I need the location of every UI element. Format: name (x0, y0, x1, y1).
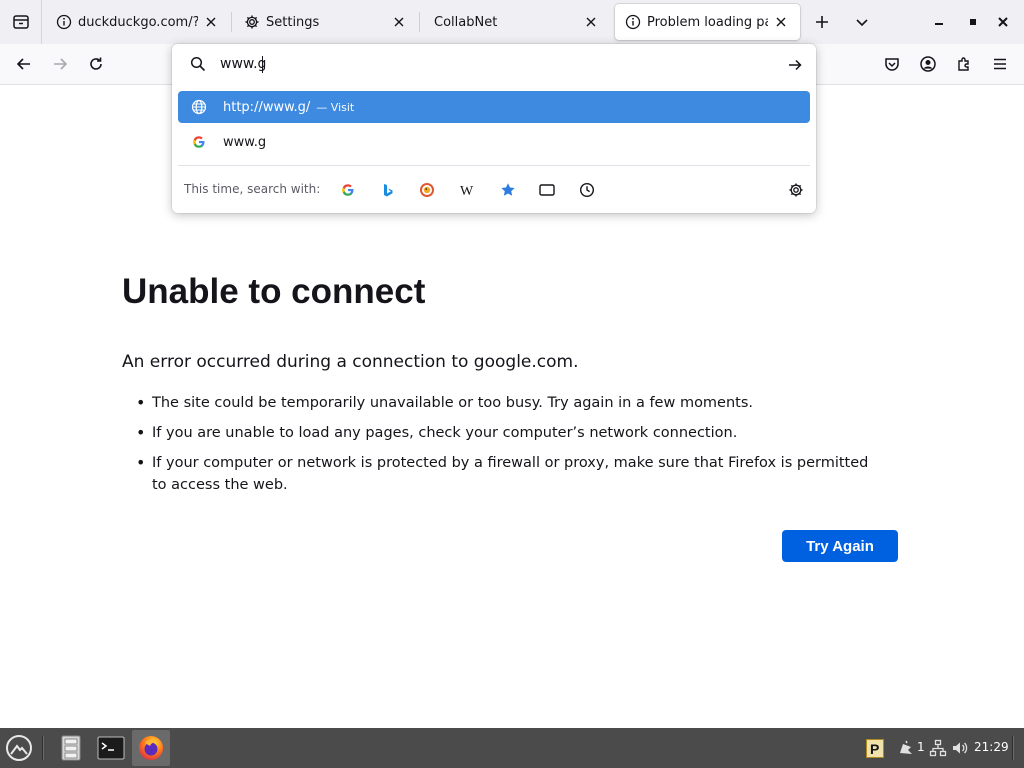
urlbar-result-visit[interactable]: http://www.g/ — Visit (178, 91, 810, 123)
go-arrow-icon[interactable] (784, 54, 806, 76)
tab-strip: duckduckgo.com/?t=ft Settings CollabNet … (0, 0, 1024, 44)
tab-duckduckgo[interactable]: duckduckgo.com/?t=ft (46, 4, 230, 40)
back-button[interactable] (8, 48, 40, 80)
info-circle-icon (56, 14, 72, 30)
reload-button[interactable] (80, 48, 112, 80)
error-intro: An error occurred during a connection to… (122, 352, 579, 372)
new-tab-button[interactable] (806, 6, 838, 38)
taskbar-separator (42, 736, 44, 760)
error-title: Unable to connect (122, 272, 426, 311)
minimize-icon (935, 23, 943, 25)
hamburger-menu-icon (994, 58, 1006, 70)
tab-title: duckduckgo.com/?t=ft (78, 14, 198, 30)
google-icon[interactable] (334, 178, 362, 202)
result-title: www.g (223, 134, 267, 150)
svg-text:P: P (870, 741, 879, 757)
urlbar-result-search[interactable]: www.g (178, 126, 810, 158)
divider (178, 165, 810, 166)
firefox-view-button[interactable] (0, 0, 42, 44)
parcellite-clipboard-icon[interactable]: P (864, 730, 886, 766)
bookmarks-star-icon[interactable] (494, 178, 522, 202)
notification-bell-icon[interactable] (896, 730, 916, 766)
duckduckgo-icon[interactable] (413, 178, 441, 202)
pocket-button[interactable] (876, 48, 908, 80)
list-item: The site could be temporarily unavailabl… (136, 392, 876, 414)
taskbar-separator (1012, 736, 1014, 760)
history-clock-icon[interactable] (573, 178, 601, 202)
tab-title: CollabNet (434, 14, 498, 30)
search-with-label: This time, search with: (184, 182, 321, 196)
close-icon[interactable] (390, 13, 408, 31)
urlbar-input-row (172, 44, 816, 84)
svg-text:W: W (460, 184, 474, 197)
file-manager-button[interactable] (54, 730, 88, 766)
search-settings-gear-icon[interactable] (782, 178, 810, 202)
close-window-button[interactable] (987, 6, 1019, 38)
notification-count: 1 (917, 740, 925, 754)
maximize-button[interactable] (957, 6, 989, 38)
url-input[interactable] (220, 53, 760, 75)
result-action: — Visit (316, 100, 355, 114)
tab-separator (231, 12, 232, 32)
pocket-icon (885, 58, 899, 71)
app-menu-button[interactable] (984, 48, 1016, 80)
arrow-left-icon (16, 58, 30, 70)
tabs-icon[interactable] (533, 178, 561, 202)
tab-separator (419, 12, 420, 32)
puzzle-icon (958, 57, 969, 71)
tab-problem-loading[interactable]: Problem loading page (615, 4, 800, 40)
chevron-down-icon (856, 19, 868, 27)
arrow-right-icon (54, 58, 68, 70)
account-button[interactable] (912, 48, 944, 80)
tab-collabnet[interactable]: CollabNet (424, 4, 610, 40)
start-menu-icon (6, 735, 32, 761)
network-icon[interactable] (928, 730, 948, 766)
forward-button[interactable] (44, 48, 76, 80)
file-cabinet-icon (61, 735, 81, 761)
terminal-button[interactable] (94, 730, 128, 766)
result-title: http://www.g/ (223, 99, 311, 115)
firefox-taskbar-button[interactable] (132, 730, 170, 766)
error-suggestion-list: The site could be temporarily unavailabl… (136, 392, 876, 504)
globe-icon (191, 99, 207, 115)
close-icon[interactable] (202, 13, 220, 31)
terminal-icon (97, 736, 125, 760)
urlbar-dropdown: http://www.g/ — Visit www.g This time, s… (172, 44, 816, 213)
tab-title: Settings (266, 14, 320, 30)
info-circle-icon (625, 14, 641, 30)
search-icon (188, 54, 208, 74)
volume-icon[interactable] (950, 730, 970, 766)
list-item: If your computer or network is protected… (136, 452, 876, 496)
gear-icon (244, 14, 260, 30)
taskbar: P 1 21:29 (0, 728, 1024, 768)
close-icon (998, 17, 1008, 27)
clock: 21:29 (974, 740, 1009, 754)
google-icon (191, 134, 207, 150)
close-icon[interactable] (772, 13, 790, 31)
tab-title: Problem loading page (647, 14, 768, 30)
start-menu-button[interactable] (2, 730, 36, 766)
close-icon[interactable] (582, 13, 600, 31)
tab-settings[interactable]: Settings (234, 4, 418, 40)
wikipedia-icon[interactable]: W (453, 178, 481, 202)
firefox-icon (139, 736, 163, 760)
reload-icon (90, 57, 102, 70)
minimize-button[interactable] (923, 6, 955, 38)
account-icon (920, 56, 936, 72)
text-caret (262, 56, 263, 73)
extensions-button[interactable] (948, 48, 980, 80)
plus-icon (816, 16, 828, 28)
bing-icon[interactable] (374, 178, 402, 202)
list-all-tabs-button[interactable] (846, 6, 878, 38)
maximize-icon (970, 19, 976, 25)
firefox-view-icon (12, 15, 29, 29)
list-item: If you are unable to load any pages, che… (136, 422, 876, 444)
one-off-search-row: This time, search with: W (172, 172, 816, 208)
try-again-button[interactable]: Try Again (782, 530, 898, 562)
